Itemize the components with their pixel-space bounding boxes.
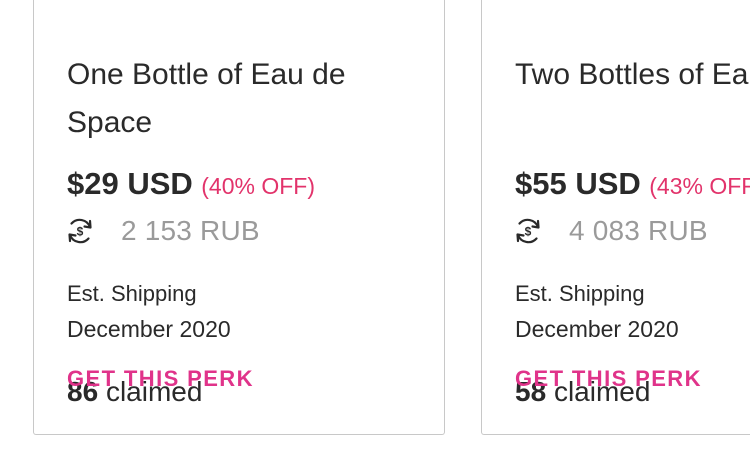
get-this-perk-button[interactable]: GET THIS PERK [515, 366, 702, 392]
perk-card[interactable]: Two Bottles of Eau de Space $55 USD (43%… [481, 0, 750, 435]
converted-price: 4 083 RUB [569, 215, 708, 246]
converted-price-row: $ 4 083 RUB [513, 214, 708, 248]
discount-badge: (40% OFF) [201, 173, 315, 199]
perk-title: One Bottle of Eau de Space [67, 58, 346, 139]
get-this-perk-button[interactable]: GET THIS PERK [67, 366, 254, 392]
price-row: $29 USD (40% OFF) [67, 166, 315, 202]
svg-text:$: $ [77, 225, 84, 239]
converted-price-row: $ 2 153 RUB [65, 214, 260, 248]
perk-card[interactable]: One Bottle of Eau de Space $29 USD (40% … [33, 0, 445, 435]
shipping-label: Est. Shipping [515, 281, 645, 306]
converted-price: 2 153 RUB [121, 215, 260, 246]
shipping-label: Est. Shipping [67, 281, 197, 306]
svg-text:$: $ [525, 225, 532, 239]
perks-carousel: One Bottle of Eau de Space $29 USD (40% … [0, 0, 750, 457]
perk-title: Two Bottles of Eau de Space [515, 58, 750, 91]
price-row: $55 USD (43% OFF) [515, 166, 750, 202]
perk-price: $55 USD [515, 166, 641, 201]
currency-exchange-icon: $ [513, 216, 543, 246]
discount-badge: (43% OFF) [649, 173, 750, 199]
shipping-date: December 2020 [67, 316, 231, 342]
shipping-date: December 2020 [515, 316, 679, 342]
currency-exchange-icon: $ [65, 216, 95, 246]
perk-price: $29 USD [67, 166, 193, 201]
